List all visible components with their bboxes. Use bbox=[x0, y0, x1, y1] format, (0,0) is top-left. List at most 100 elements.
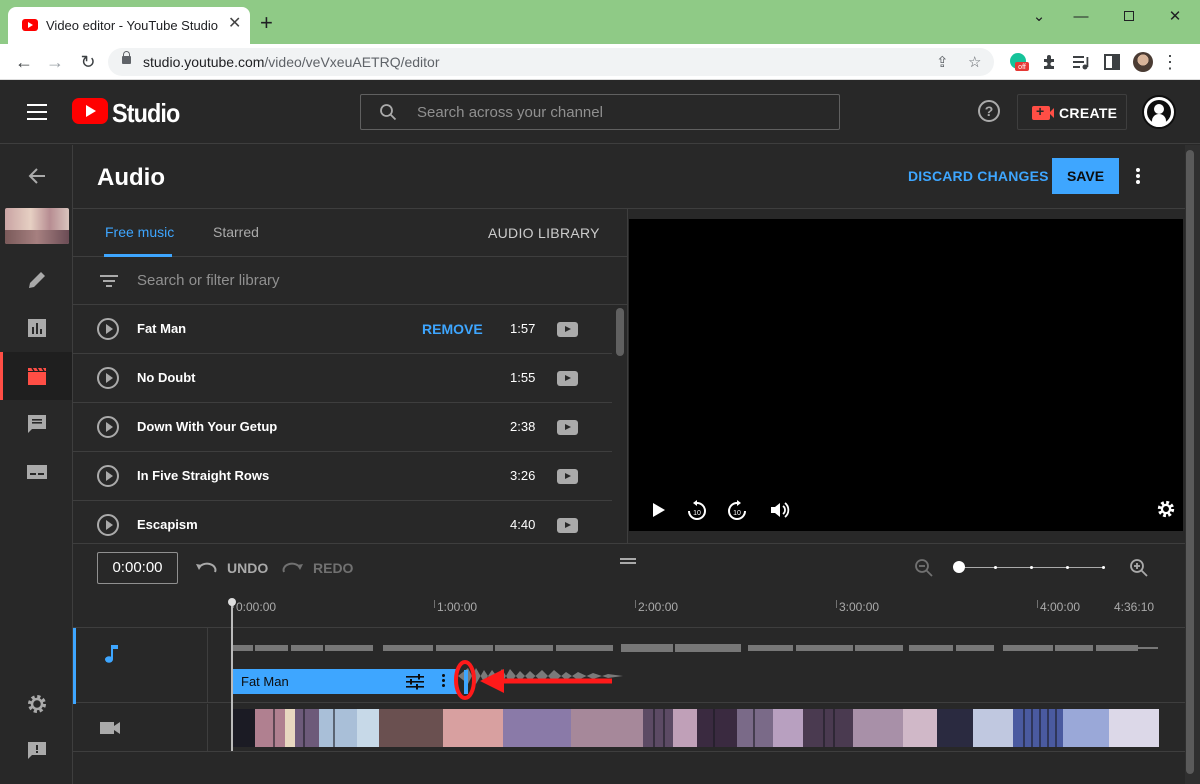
play-track-icon[interactable] bbox=[97, 367, 119, 389]
back-arrow-icon[interactable]: ← bbox=[12, 50, 36, 74]
timeline: 0:00:00 UNDO REDO 0:00:00 1:00:00 2:00:0… bbox=[73, 543, 1185, 784]
studio-brand[interactable]: Studio bbox=[112, 98, 180, 129]
page-title: Audio bbox=[97, 164, 165, 191]
account-avatar[interactable] bbox=[1142, 95, 1176, 129]
youtube-link-icon[interactable] bbox=[557, 420, 578, 435]
zoom-out-icon[interactable] bbox=[914, 558, 934, 578]
zoom-slider-knob[interactable] bbox=[953, 561, 965, 573]
address-bar[interactable]: studio.youtube.com/video/veVxeuAETRQ/edi… bbox=[108, 48, 994, 76]
search-icon bbox=[380, 104, 397, 121]
current-time-display[interactable]: 0:00:00 bbox=[97, 552, 178, 584]
play-icon[interactable] bbox=[647, 499, 669, 521]
list-scrollbar[interactable] bbox=[616, 308, 624, 356]
play-track-icon[interactable] bbox=[97, 318, 119, 340]
video-preview[interactable]: 10 10 bbox=[629, 219, 1183, 531]
forward-10-icon[interactable]: 10 bbox=[726, 499, 748, 521]
back-arrow-icon[interactable] bbox=[26, 165, 48, 187]
volume-icon[interactable] bbox=[768, 499, 790, 521]
tab-title: Video editor - YouTube Studio bbox=[46, 18, 219, 33]
list-item[interactable]: Down With Your Getup 2:38 bbox=[73, 403, 612, 452]
play-track-icon[interactable] bbox=[97, 416, 119, 438]
feedback-icon[interactable] bbox=[27, 741, 47, 761]
undo-button[interactable]: UNDO bbox=[227, 560, 268, 576]
menu-icon[interactable] bbox=[27, 104, 47, 120]
redo-icon[interactable] bbox=[282, 559, 304, 577]
browser-titlebar: Video editor - YouTube Studio ✕ + ⌄ — ✕ bbox=[0, 0, 1200, 44]
audio-track-row: Fat Man bbox=[73, 627, 1185, 704]
create-button[interactable]: CREATE bbox=[1017, 94, 1127, 130]
rail-item-details[interactable] bbox=[0, 256, 72, 304]
list-item[interactable]: In Five Straight Rows 3:26 bbox=[73, 452, 612, 501]
zoom-tick bbox=[1066, 566, 1069, 569]
track-duration: 1:55 bbox=[510, 370, 536, 385]
youtube-logo-icon[interactable] bbox=[72, 98, 108, 124]
browser-tab[interactable]: Video editor - YouTube Studio ✕ bbox=[8, 7, 250, 44]
play-track-icon[interactable] bbox=[97, 514, 119, 536]
maximize-button[interactable] bbox=[1114, 6, 1144, 28]
undo-icon[interactable] bbox=[195, 559, 217, 577]
youtube-link-icon[interactable] bbox=[557, 518, 578, 533]
play-track-icon[interactable] bbox=[97, 465, 119, 487]
rail-item-editor[interactable] bbox=[0, 352, 72, 400]
help-icon[interactable]: ? bbox=[978, 100, 1000, 122]
rail-item-subtitles[interactable] bbox=[0, 448, 72, 496]
video-camera-icon bbox=[100, 722, 120, 734]
tab-starred[interactable]: Starred bbox=[213, 224, 259, 240]
profile-avatar-icon[interactable] bbox=[1133, 52, 1153, 72]
video-thumbnail[interactable] bbox=[5, 208, 69, 244]
video-filmstrip[interactable] bbox=[233, 709, 1159, 747]
tab-search-icon[interactable]: ⌄ bbox=[1024, 6, 1054, 28]
settings-gear-icon[interactable] bbox=[26, 693, 48, 715]
rail-item-analytics[interactable] bbox=[0, 304, 72, 352]
settings-gear-icon[interactable] bbox=[1156, 499, 1176, 519]
ruler-label: 2:00:00 bbox=[638, 600, 679, 614]
zoom-in-icon[interactable] bbox=[1129, 558, 1149, 578]
ruler-tick bbox=[635, 600, 636, 608]
media-queue-icon[interactable] bbox=[1071, 52, 1091, 72]
tune-sliders-icon[interactable] bbox=[405, 674, 425, 690]
audio-row-selected-indicator bbox=[73, 628, 76, 704]
list-item[interactable]: Escapism 4:40 bbox=[73, 501, 612, 543]
close-tab-icon[interactable]: ✕ bbox=[228, 16, 241, 32]
close-window-button[interactable]: ✕ bbox=[1160, 6, 1190, 28]
audio-clip[interactable]: Fat Man bbox=[233, 669, 458, 694]
discard-changes-button[interactable]: DISCARD CHANGES bbox=[908, 168, 1049, 184]
youtube-link-icon[interactable] bbox=[557, 469, 578, 484]
clip-more-icon[interactable] bbox=[442, 674, 446, 690]
list-item[interactable]: No Doubt 1:55 bbox=[73, 354, 612, 403]
extensions-puzzle-icon[interactable] bbox=[1040, 52, 1060, 72]
panel-divider bbox=[627, 209, 628, 543]
ruler-tick bbox=[1037, 600, 1038, 608]
new-tab-button[interactable]: + bbox=[260, 12, 273, 34]
channel-search-input[interactable]: Search across your channel bbox=[360, 94, 840, 130]
filter-library-input[interactable]: Search or filter library bbox=[73, 257, 628, 305]
save-button[interactable]: SAVE bbox=[1052, 158, 1119, 194]
rail-item-comments[interactable] bbox=[0, 400, 72, 448]
youtube-link-icon[interactable] bbox=[557, 371, 578, 386]
more-options-icon[interactable] bbox=[1132, 166, 1144, 186]
create-video-icon bbox=[1032, 103, 1054, 120]
browser-menu-icon[interactable]: ⋮ bbox=[1158, 50, 1182, 74]
remove-track-button[interactable]: REMOVE bbox=[422, 321, 483, 337]
grammarly-extension-icon[interactable]: off bbox=[1009, 52, 1029, 72]
list-item[interactable]: Fat Man REMOVE 1:57 bbox=[73, 305, 612, 354]
side-panel-icon[interactable] bbox=[1102, 52, 1122, 72]
bookmark-star-icon[interactable]: ☆ bbox=[968, 53, 981, 71]
tab-free-music[interactable]: Free music bbox=[105, 224, 174, 240]
track-duration: 1:57 bbox=[510, 321, 536, 336]
row-gutter-divider bbox=[207, 704, 208, 751]
lock-icon bbox=[122, 51, 131, 64]
rewind-10-icon[interactable]: 10 bbox=[686, 499, 708, 521]
ruler-tick bbox=[836, 600, 837, 608]
audio-library-link[interactable]: AUDIO LIBRARY bbox=[488, 225, 600, 241]
share-icon[interactable]: ⇪ bbox=[936, 53, 949, 71]
forward-arrow-icon[interactable]: → bbox=[43, 50, 67, 74]
page-scrollbar-thumb[interactable] bbox=[1186, 150, 1194, 774]
reload-icon[interactable]: ↻ bbox=[76, 50, 100, 74]
redo-button[interactable]: REDO bbox=[313, 560, 353, 576]
minimize-button[interactable]: — bbox=[1066, 6, 1096, 28]
track-title: Down With Your Getup bbox=[137, 419, 278, 434]
youtube-link-icon[interactable] bbox=[557, 322, 578, 337]
playhead[interactable] bbox=[228, 598, 236, 751]
resize-handle-icon[interactable] bbox=[620, 558, 636, 566]
